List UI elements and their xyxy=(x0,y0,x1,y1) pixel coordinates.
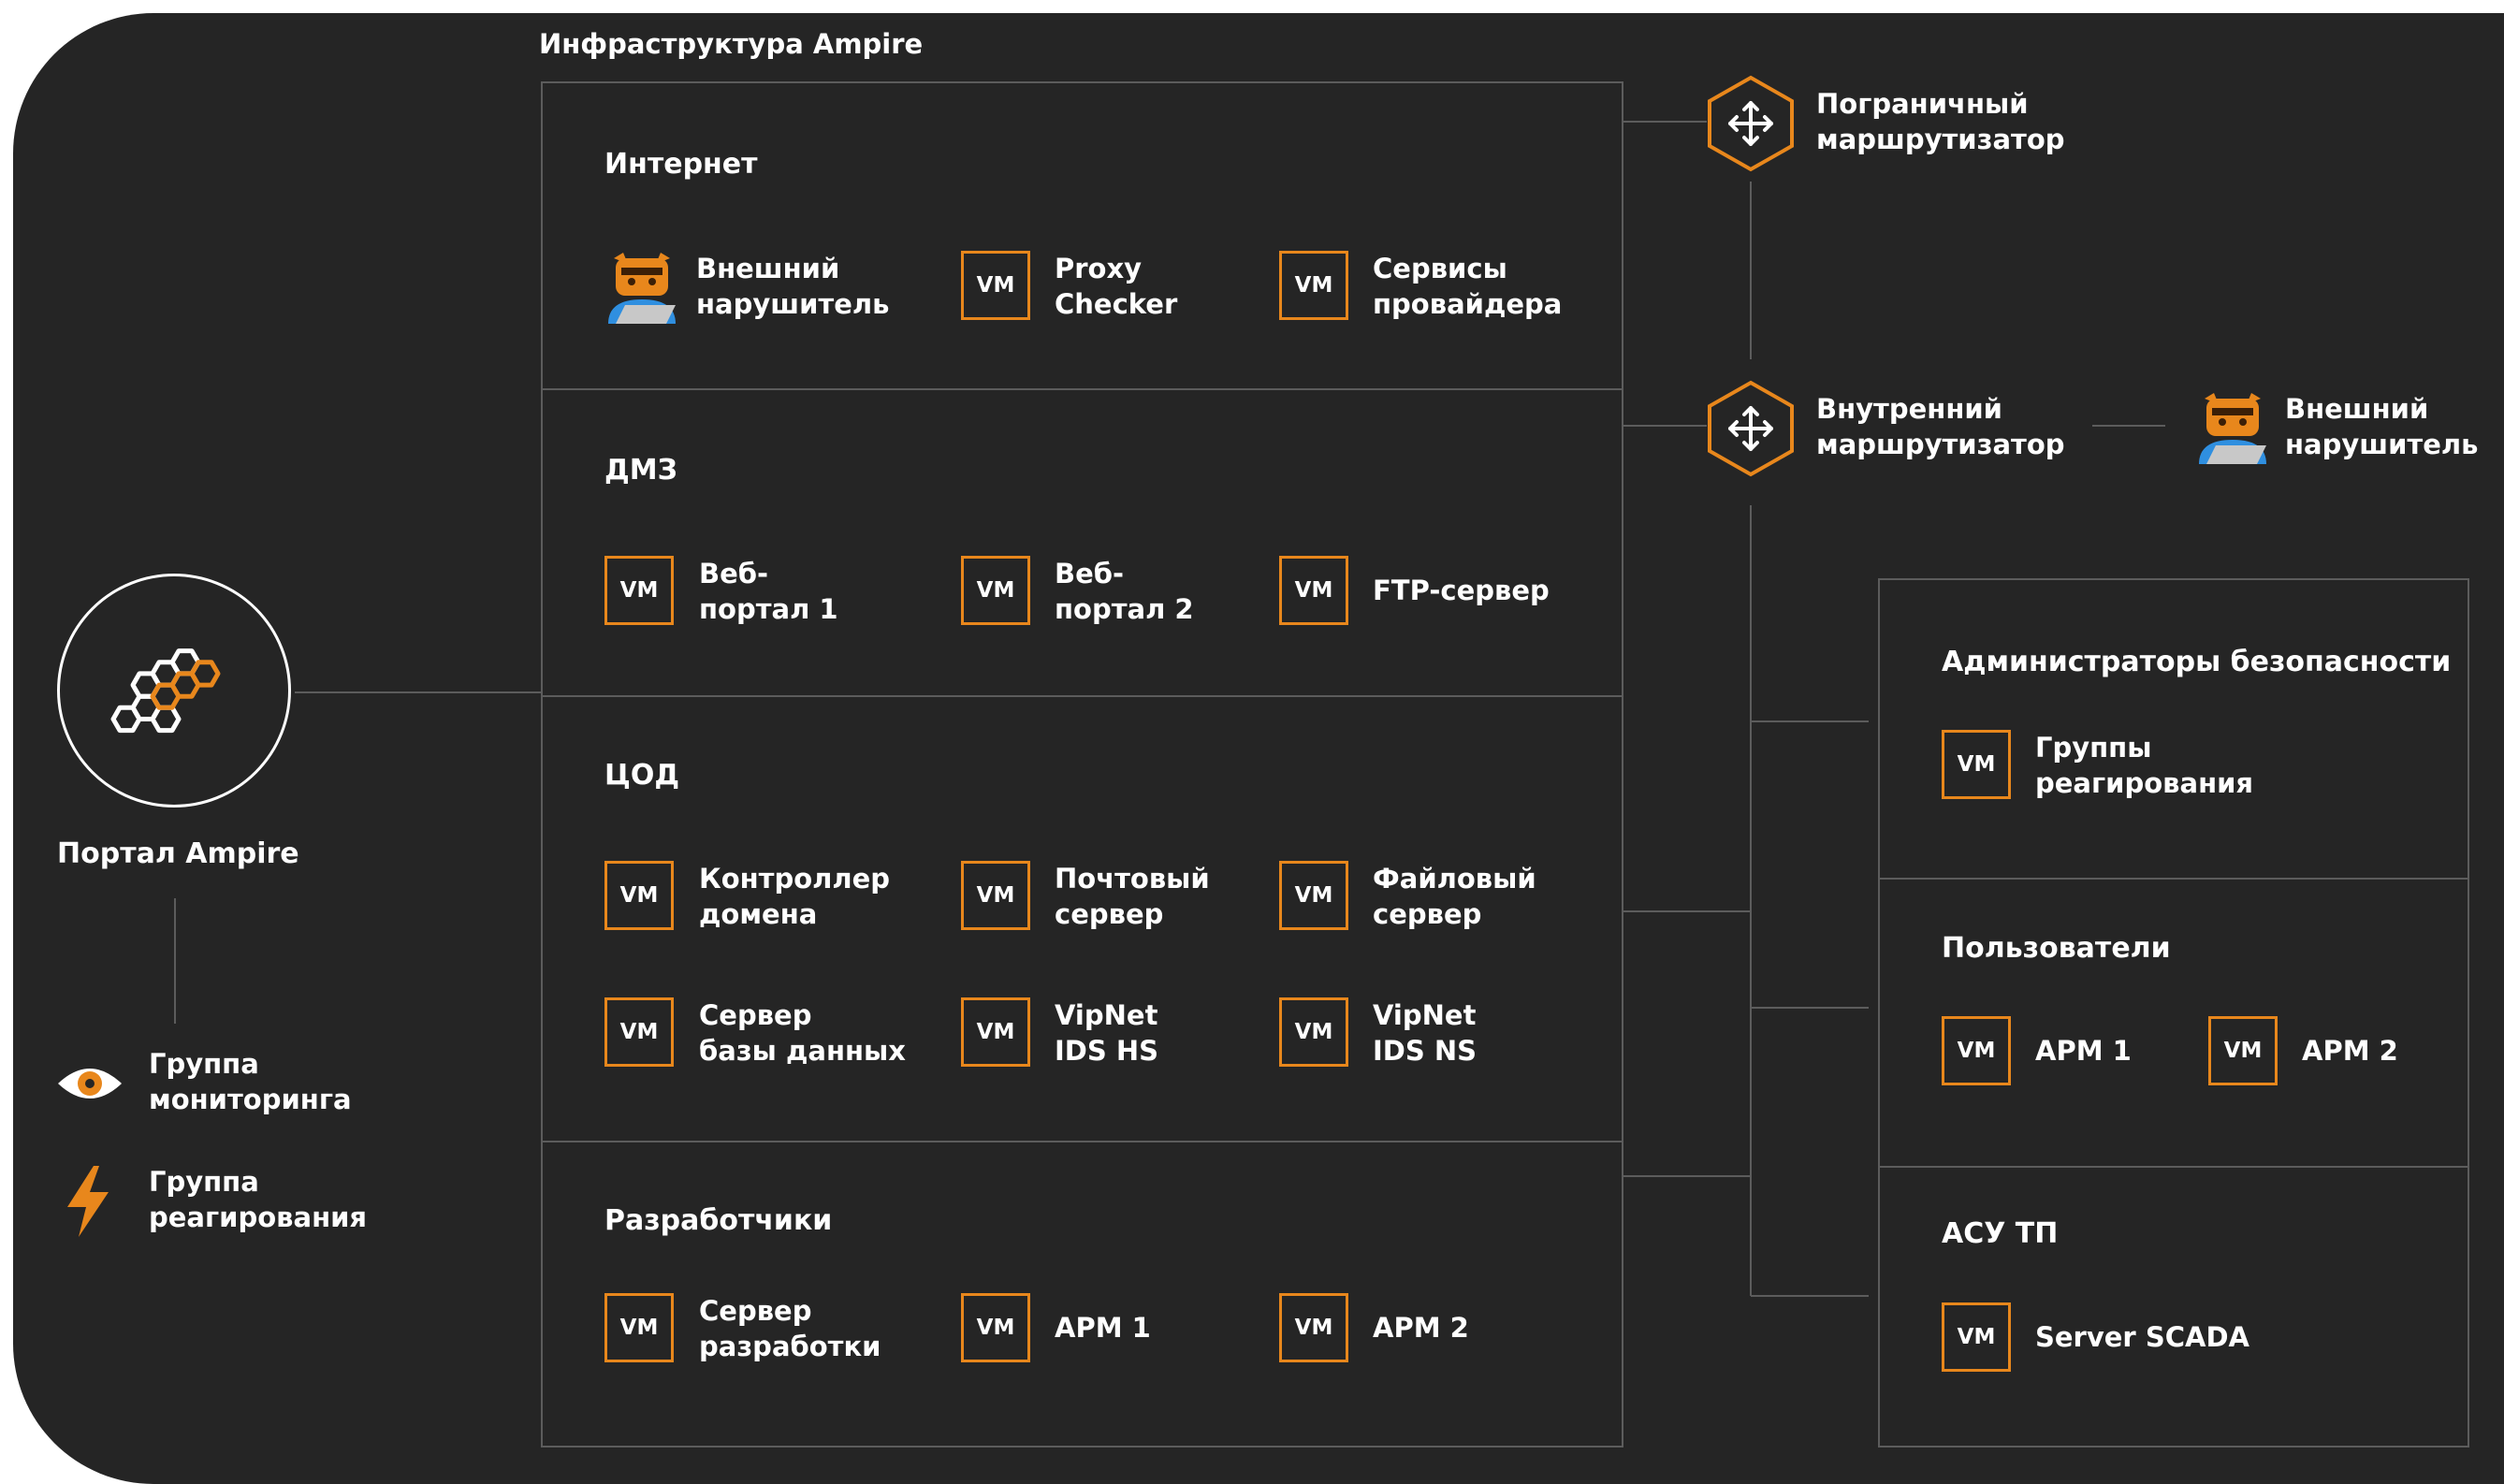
vm-badge: VM xyxy=(604,861,674,930)
vm-badge: VM xyxy=(1942,730,2011,799)
vm-badge: VM xyxy=(1279,997,1348,1067)
vm-label-response-groups: Группы реагирования xyxy=(2035,732,2254,799)
infrastructure-diagram: Инфраструктура Ampire Интернет Внешний н… xyxy=(13,13,2504,1484)
attacker-icon xyxy=(608,253,676,324)
vm-badge: VM xyxy=(961,861,1030,930)
section-title-developers: Разработчики xyxy=(604,1204,833,1237)
vm-label-dev-server: Сервер разработки xyxy=(699,1295,881,1362)
legend-response-label: Группа реагирования xyxy=(149,1166,368,1233)
section-title-datacenter: ЦОД xyxy=(604,759,680,792)
router-icon xyxy=(1708,75,1794,172)
section-title-security-admins: Администраторы безопасности xyxy=(1942,646,2452,678)
vm-badge: VM xyxy=(1279,1293,1348,1362)
vm-badge: VM xyxy=(2208,1016,2278,1085)
vm-label-vipnet-ids-hs: VipNet IDS HS xyxy=(1055,999,1159,1067)
portal-label: Портал Ampire xyxy=(57,837,299,870)
vm-label-database-server: Сервер базы данных xyxy=(699,999,906,1067)
vm-badge: VM xyxy=(961,997,1030,1067)
vm-label-ftp-server: FTP-сервер xyxy=(1373,575,1550,606)
attacker-icon xyxy=(2199,393,2266,464)
honeycomb-icon xyxy=(110,648,221,734)
vm-label-server-scada: Server SCADA xyxy=(2035,1321,2249,1353)
zone-internet xyxy=(541,81,1623,390)
vm-label-domain-controller: Контроллер домена xyxy=(699,863,891,930)
vm-label-file-server: Файловый сервер xyxy=(1373,863,1536,930)
internal-router-label: Внутренний маршрутизатор xyxy=(1816,393,2065,460)
vm-badge: VM xyxy=(1942,1016,2011,1085)
router-icon xyxy=(1708,380,1794,477)
lightning-icon xyxy=(67,1166,109,1237)
vm-badge: VM xyxy=(1279,861,1348,930)
section-title-users: Пользователи xyxy=(1942,932,2171,965)
vm-label-provider-services: Сервисы провайдера xyxy=(1373,253,1563,320)
vm-label-workstation-1: АРМ 1 xyxy=(1055,1312,1151,1344)
legend-monitoring-label: Группа мониторинга xyxy=(149,1048,352,1115)
vm-label-web-portal-2: Веб- портал 2 xyxy=(1055,558,1194,625)
section-title-scada: АСУ ТП xyxy=(1942,1217,2059,1250)
vm-label-mail-server: Почтовый сервер xyxy=(1055,863,1210,930)
external-attacker-label: Внешний нарушитель xyxy=(696,253,890,320)
vm-badge: VM xyxy=(961,1293,1030,1362)
vm-badge: VM xyxy=(604,556,674,625)
vm-badge: VM xyxy=(604,997,674,1067)
vm-badge: VM xyxy=(961,251,1030,320)
section-title-dmz: ДМЗ xyxy=(604,454,677,487)
vm-badge: VM xyxy=(961,556,1030,625)
right-attacker-label: Внешний нарушитель xyxy=(2285,393,2479,460)
zone-security-admins xyxy=(1878,578,2469,880)
vm-label-user-workstation-1: АРМ 1 xyxy=(2035,1035,2132,1067)
zone-dmz xyxy=(541,388,1623,697)
vm-badge: VM xyxy=(1942,1302,2011,1372)
vm-label-workstation-2: АРМ 2 xyxy=(1373,1312,1469,1344)
portal-logo xyxy=(57,574,291,807)
vm-label-vipnet-ids-ns: VipNet IDS NS xyxy=(1373,999,1478,1067)
section-title-internet: Интернет xyxy=(604,148,758,181)
vm-badge: VM xyxy=(1279,556,1348,625)
border-router-label: Пограничный маршрутизатор xyxy=(1816,88,2065,155)
vm-badge: VM xyxy=(604,1293,674,1362)
eye-icon xyxy=(58,1069,122,1098)
vm-badge: VM xyxy=(1279,251,1348,320)
vm-label-web-portal-1: Веб- портал 1 xyxy=(699,558,838,625)
vm-label-user-workstation-2: АРМ 2 xyxy=(2302,1035,2398,1067)
vm-label-proxy-checker: Proxy Checker xyxy=(1055,253,1178,320)
infrastructure-title: Инфраструктура Ampire xyxy=(539,28,924,60)
